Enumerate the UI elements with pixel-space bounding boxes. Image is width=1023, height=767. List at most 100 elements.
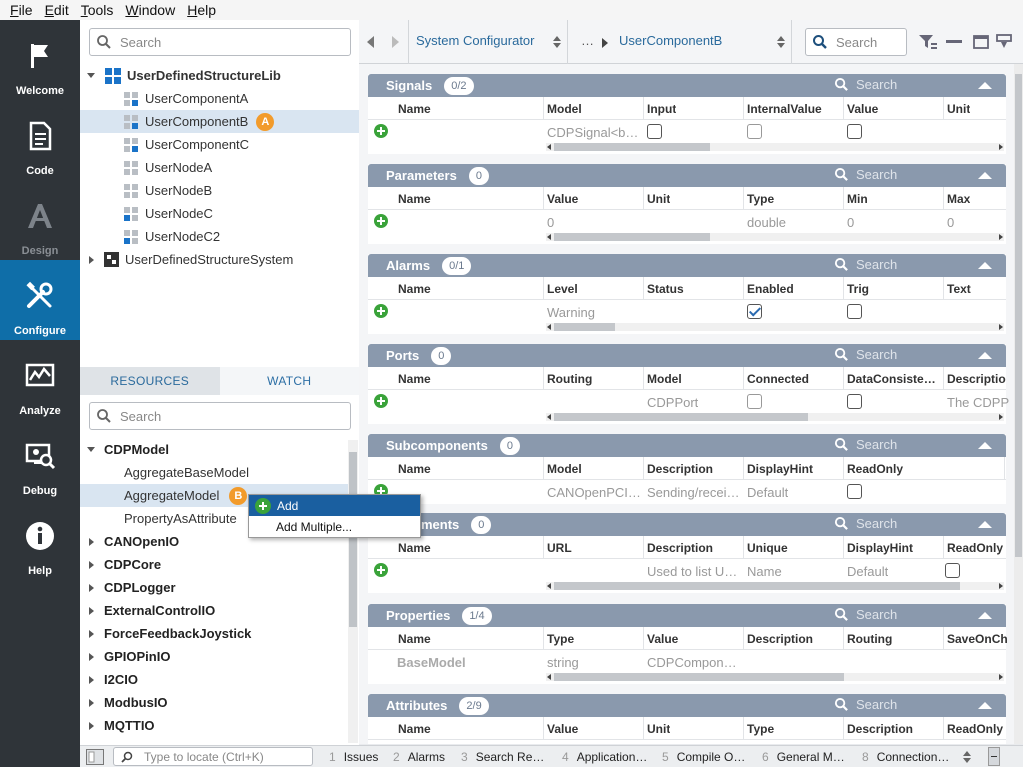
expand-arrow-icon[interactable] [89,698,94,707]
section-search-input[interactable]: Search [834,697,897,712]
resource-group[interactable]: ForceFeedbackJoystick [80,622,348,645]
resource-group[interactable]: MQTTIO [80,714,348,737]
tree-item-root[interactable]: UserDefinedStructureLib [80,64,359,87]
checkbox-internal-value[interactable] [747,124,762,139]
filter-icon[interactable] [919,34,937,50]
expand-arrow-icon[interactable] [89,560,94,569]
panel-toggle-icon[interactable] [86,749,104,765]
collapse-caret-icon[interactable] [978,442,992,449]
breadcrumb-current[interactable]: UserComponentB [619,33,722,48]
add-row-icon[interactable] [374,124,388,138]
resource-group[interactable]: GPIOPinIO [80,645,348,668]
section-header[interactable]: Alarms 0/1 Search [368,254,1006,277]
collapse-caret-icon[interactable] [978,172,992,179]
tab-resources[interactable]: RESOURCES [80,367,220,395]
resource-group[interactable]: ExternalControlIO [80,599,348,622]
section-header[interactable]: Attributes 2/9 Search [368,694,1006,717]
menu-file[interactable]: File [10,2,33,18]
section-header[interactable]: Ports 0 Search [368,344,1006,367]
nav-help[interactable]: Help [0,500,80,580]
forward-arrow-icon[interactable] [392,36,399,48]
status-tab-issues[interactable]: 1 Issues [329,750,378,764]
resource-group-cdpmodel[interactable]: CDPModel [80,438,348,461]
expand-arrow-icon[interactable] [87,447,95,452]
checkbox-input[interactable] [647,124,662,139]
section-header[interactable]: ments 0 Search [368,513,1006,536]
updown-icon[interactable] [553,36,561,48]
resources-scrollbar[interactable] [348,440,358,743]
checkbox-readonly[interactable] [945,563,960,578]
section-header[interactable]: Signals 0/2 Search [368,74,1006,97]
checkbox-data-consistent[interactable] [847,394,862,409]
add-row-icon[interactable] [374,563,388,577]
expand-arrow-icon[interactable] [89,721,94,730]
configurator-selector[interactable]: System Configurator [416,33,535,48]
add-row-icon[interactable] [374,214,388,228]
tree-item[interactable]: UserNodeA [80,156,359,179]
section-search-input[interactable]: Search [834,347,897,362]
checkbox-connected[interactable] [747,394,762,409]
horizontal-scrollbar[interactable] [368,142,1006,152]
tree-item[interactable]: UserComponentA [80,87,359,110]
tree-item-selected[interactable]: UserComponentB A [80,110,359,133]
expand-arrow-icon[interactable] [89,629,94,638]
tree-item-system[interactable]: UserDefinedStructureSystem [80,248,359,271]
collapse-caret-icon[interactable] [978,82,992,89]
collapse-caret-icon[interactable] [978,352,992,359]
nav-debug[interactable]: Debug [0,420,80,500]
section-header[interactable]: Properties 1/4 Search [368,604,1006,627]
status-tab-connection[interactable]: 8 Connection… [862,750,949,764]
breadcrumb-ellipsis[interactable]: … [581,33,594,48]
section-header[interactable]: Parameters 0 Search [368,164,1006,187]
checkbox-trig[interactable] [847,304,862,319]
expand-arrow-icon[interactable] [89,675,94,684]
resource-group[interactable]: CDPLogger [80,576,348,599]
menu-tools[interactable]: Tools [81,2,114,18]
nav-configure[interactable]: Configure [0,260,80,340]
collapse-caret-icon[interactable] [978,702,992,709]
scrollbar-thumb[interactable] [1015,74,1022,557]
expand-arrow-icon[interactable] [87,73,95,78]
horizontal-scrollbar[interactable] [368,232,1006,242]
status-tab-compile-output[interactable]: 5 Compile O… [662,750,745,764]
section-search-input[interactable]: Search [834,257,897,272]
menu-item-add[interactable]: Add [249,495,420,516]
horizontal-scrollbar[interactable] [368,581,1006,591]
section-search-input[interactable]: Search [834,167,897,182]
tree-item[interactable]: UserNodeC2 [80,225,359,248]
menu-item-add-multiple[interactable]: Add Multiple... [249,516,420,537]
tree-search-input[interactable]: Search [89,28,351,56]
toolbar-search-input[interactable]: Search [805,28,907,56]
status-tab-alarms[interactable]: 2 Alarms [393,750,445,764]
resource-group[interactable]: ModbusIO [80,691,348,714]
section-search-input[interactable]: Search [834,77,897,92]
resource-group[interactable]: I2CIO [80,668,348,691]
checkbox-enabled[interactable] [747,304,762,319]
collapse-caret-icon[interactable] [978,521,992,528]
updown-icon[interactable] [963,751,971,763]
menu-help[interactable]: Help [187,2,216,18]
nav-code[interactable]: Code [0,100,80,180]
tree-item[interactable]: UserNodeC [80,202,359,225]
checkbox-value[interactable] [847,124,862,139]
scrollbar-thumb[interactable] [349,452,357,627]
section-search-input[interactable]: Search [834,437,897,452]
dock-icon[interactable] [996,34,1012,50]
expand-arrow-icon[interactable] [89,255,94,264]
section-search-input[interactable]: Search [834,516,897,531]
resources-search-input[interactable]: Search [89,402,351,430]
tree-item[interactable]: UserComponentC [80,133,359,156]
status-tab-search-results[interactable]: 3 Search Re… [461,750,544,764]
nav-analyze[interactable]: Analyze [0,340,80,420]
minimize-icon[interactable] [946,40,962,44]
back-arrow-icon[interactable] [367,36,374,48]
nav-welcome[interactable]: Welcome [0,20,80,100]
expand-arrow-icon[interactable] [89,606,94,615]
nav-design[interactable]: Design [0,180,80,260]
locate-input[interactable]: Type to locate (Ctrl+K) [113,747,313,766]
checkbox-readonly[interactable] [847,484,862,499]
resource-item[interactable]: AggregateBaseModel [80,461,348,484]
section-search-input[interactable]: Search [834,607,897,622]
menu-edit[interactable]: Edit [45,2,69,18]
status-tab-general-messages[interactable]: 6 General M… [762,750,845,764]
